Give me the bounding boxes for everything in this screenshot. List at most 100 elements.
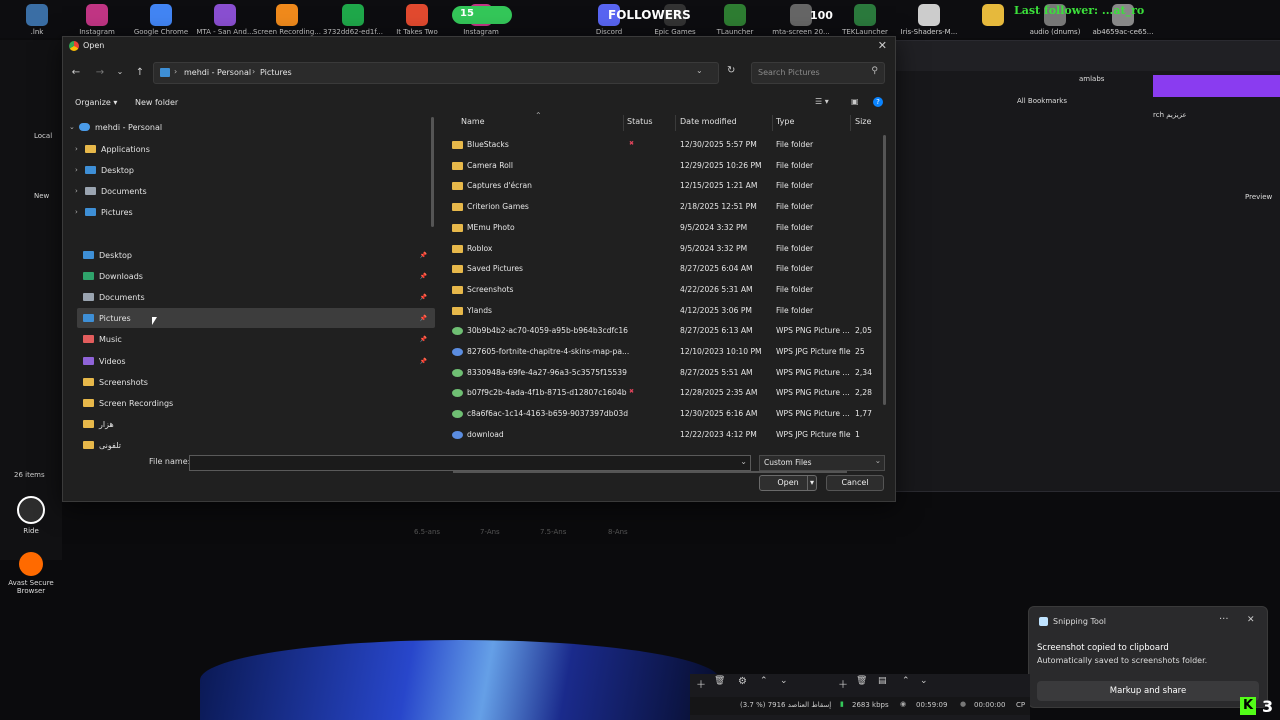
settings-gear-icon[interactable]: ⚙	[738, 676, 747, 687]
bg-bookmarks[interactable]: All Bookmarks	[1017, 97, 1067, 105]
quick-access-item[interactable]: Music 📌	[77, 329, 435, 349]
file-row[interactable]: MEmu Photo 9/5/2024 3:32 PM File folder	[439, 218, 887, 238]
up-arrow-icon[interactable]: ↑	[133, 67, 147, 78]
more-options-icon[interactable]: ···	[1219, 614, 1229, 625]
file-name-dropdown-icon[interactable]: ⌄	[740, 457, 747, 466]
file-name-input[interactable]: ⌄	[189, 455, 751, 471]
quick-access-item[interactable]: Pictures 📌	[77, 308, 435, 328]
dialog-titlebar[interactable]: Open ✕	[63, 37, 895, 57]
nav-tree-item[interactable]: › Pictures	[75, 202, 427, 222]
add-icon[interactable]: ＋	[696, 676, 706, 691]
file-row[interactable]: Screenshots 4/22/2026 5:31 AM File folder	[439, 280, 887, 300]
desktop-icon[interactable]: Instagram	[62, 4, 132, 36]
file-row[interactable]: c8a6f6ac-1c14-4163-b659-9037397db03d 12/3…	[439, 404, 887, 424]
nav-tree-item[interactable]: › Desktop	[75, 160, 427, 180]
column-status[interactable]: Status	[627, 117, 653, 126]
breadcrumb-segment[interactable]: Pictures	[260, 68, 292, 77]
view-options-icon[interactable]: ☰ ▾	[815, 97, 829, 106]
bg-preview[interactable]: Preview	[1245, 193, 1272, 201]
forward-arrow-icon[interactable]: →	[93, 67, 107, 78]
app-icon	[150, 4, 172, 26]
file-scrollbar[interactable]	[883, 135, 886, 405]
move-down-icon[interactable]: ⌄	[780, 676, 788, 686]
pin-icon[interactable]: 📌	[420, 336, 427, 343]
toast-close-icon[interactable]: ✕	[1247, 615, 1255, 625]
expand-chevron-icon[interactable]: ›	[75, 208, 85, 216]
desktop-icon[interactable]: MTA - San And...	[190, 4, 260, 36]
column-date-modified[interactable]: Date modified	[680, 117, 737, 126]
move-up-icon[interactable]: ⌃	[902, 676, 910, 686]
pin-icon[interactable]: 📌	[420, 315, 427, 322]
expand-chevron-icon[interactable]: ›	[75, 187, 85, 195]
open-button[interactable]: Open ▾	[759, 475, 817, 491]
help-icon[interactable]: ?	[873, 97, 883, 107]
file-row[interactable]: Saved Pictures 8/27/2025 6:04 AM File fold…	[439, 259, 887, 279]
recent-chevron-icon[interactable]: ⌄	[113, 67, 127, 76]
remove-icon[interactable]: 🗑	[714, 676, 725, 686]
quick-access-item[interactable]: Screen Recordings	[77, 393, 435, 413]
add-icon[interactable]: ＋	[838, 676, 848, 691]
nav-tree-item[interactable]: › Documents	[75, 181, 427, 201]
file-row[interactable]: 30b9b4b2-ac70-4059-a95b-b964b3cdfc16 8/27…	[439, 321, 887, 341]
desktop-icon[interactable]: Google Chrome	[126, 4, 196, 36]
pin-icon[interactable]: 📌	[420, 252, 427, 259]
file-row[interactable]: Roblox 9/5/2024 3:32 PM File folder	[439, 239, 887, 259]
remove-icon[interactable]: 🗑	[856, 676, 867, 686]
quick-access-item[interactable]: Desktop 📌	[77, 245, 435, 265]
file-date: 12/10/2023 10:10 PM	[680, 347, 762, 356]
dock-item-ride[interactable]: Ride	[0, 496, 62, 535]
search-input[interactable]: Search Pictures	[758, 68, 820, 77]
move-down-icon[interactable]: ⌄	[920, 676, 928, 686]
address-bar[interactable]: › mehdi - Personal › Pictures ⌄	[153, 62, 719, 84]
address-dropdown-icon[interactable]: ⌄	[696, 66, 703, 75]
quick-access-item[interactable]: Videos 📌	[77, 351, 435, 371]
nav-scrollbar[interactable]	[431, 117, 434, 227]
move-up-icon[interactable]: ⌃	[760, 676, 768, 686]
desktop-icon[interactable]: Screen Recording...	[252, 4, 322, 36]
file-row[interactable]: Captures d'écran 12/15/2025 1:21 AM File f…	[439, 176, 887, 196]
nav-tree-item[interactable]: › Applications	[75, 139, 427, 159]
file-row[interactable]: Criterion Games 2/18/2025 12:51 PM File fo…	[439, 197, 887, 217]
column-type[interactable]: Type	[776, 117, 794, 126]
quick-access-item[interactable]: Screenshots	[77, 372, 435, 392]
file-row[interactable]: Camera Roll 12/29/2025 10:26 PM File folde…	[439, 156, 887, 176]
nav-tree-item[interactable]: ⌄ mehdi - Personal	[69, 117, 421, 137]
quick-access-item[interactable]: Downloads 📌	[77, 266, 435, 286]
expand-chevron-icon[interactable]: ›	[75, 166, 85, 174]
organize-button[interactable]: Organize ▾	[75, 98, 117, 107]
new-folder-button[interactable]: New folder	[135, 98, 178, 107]
quick-access-item[interactable]: Documents 📌	[77, 287, 435, 307]
markup-and-share-button[interactable]: Markup and share	[1037, 681, 1259, 701]
file-type-filter[interactable]: Custom Files ⌄	[759, 455, 885, 471]
dock-item-avast[interactable]: Avast Secure Browser	[0, 552, 62, 595]
file-row[interactable]: 827605-fortnite-chapitre-4-skins-map-pa.…	[439, 342, 887, 362]
file-row[interactable]: 8330948a-69fe-4a27-96a3-5c3575f15539 8/27…	[439, 363, 887, 383]
desktop-icon[interactable]: TEKLauncher	[830, 4, 900, 36]
column-size[interactable]: Size	[855, 117, 871, 126]
desktop-icon[interactable]: 3732dd62-ed1f...	[318, 4, 388, 36]
expand-chevron-icon[interactable]: ⌄	[69, 123, 79, 131]
breadcrumb-segment[interactable]: mehdi - Personal	[184, 68, 251, 77]
file-row[interactable]: Ylands 4/12/2025 3:06 PM File folder	[439, 301, 887, 321]
column-name[interactable]: Name	[461, 117, 485, 126]
preview-pane-icon[interactable]: ▣	[851, 97, 859, 106]
desktop-icon[interactable]: It Takes Two	[382, 4, 452, 36]
refresh-icon[interactable]: ↻	[727, 65, 735, 76]
pin-icon[interactable]: 📌	[420, 358, 427, 365]
expand-chevron-icon[interactable]: ›	[75, 145, 85, 153]
close-icon[interactable]: ✕	[878, 39, 887, 52]
quick-access-item[interactable]: هزار	[77, 414, 435, 434]
pin-icon[interactable]: 📌	[420, 294, 427, 301]
open-split-icon[interactable]: ▾	[806, 476, 814, 490]
back-arrow-icon[interactable]: ←	[69, 67, 83, 78]
file-row[interactable]: BlueStacks ✖ 12/30/2025 5:57 PM File folder	[439, 135, 887, 155]
cancel-button[interactable]: Cancel	[826, 475, 884, 491]
filter-icon[interactable]: ▤	[878, 676, 887, 686]
search-box[interactable]: Search Pictures ⚲	[751, 62, 885, 84]
quick-access-item[interactable]: تلفونى	[77, 435, 435, 455]
pin-icon[interactable]: 📌	[420, 273, 427, 280]
file-row[interactable]: download 12/22/2023 4:12 PM WPS JPG Pictur…	[439, 425, 887, 445]
desktop-icon[interactable]: Iris-Shaders-M...	[894, 4, 964, 36]
file-row[interactable]: b07f9c2b-4ada-4f1b-8715-d12807c1604b ✖ 12/…	[439, 383, 887, 403]
horizontal-scrollbar[interactable]	[453, 471, 847, 473]
